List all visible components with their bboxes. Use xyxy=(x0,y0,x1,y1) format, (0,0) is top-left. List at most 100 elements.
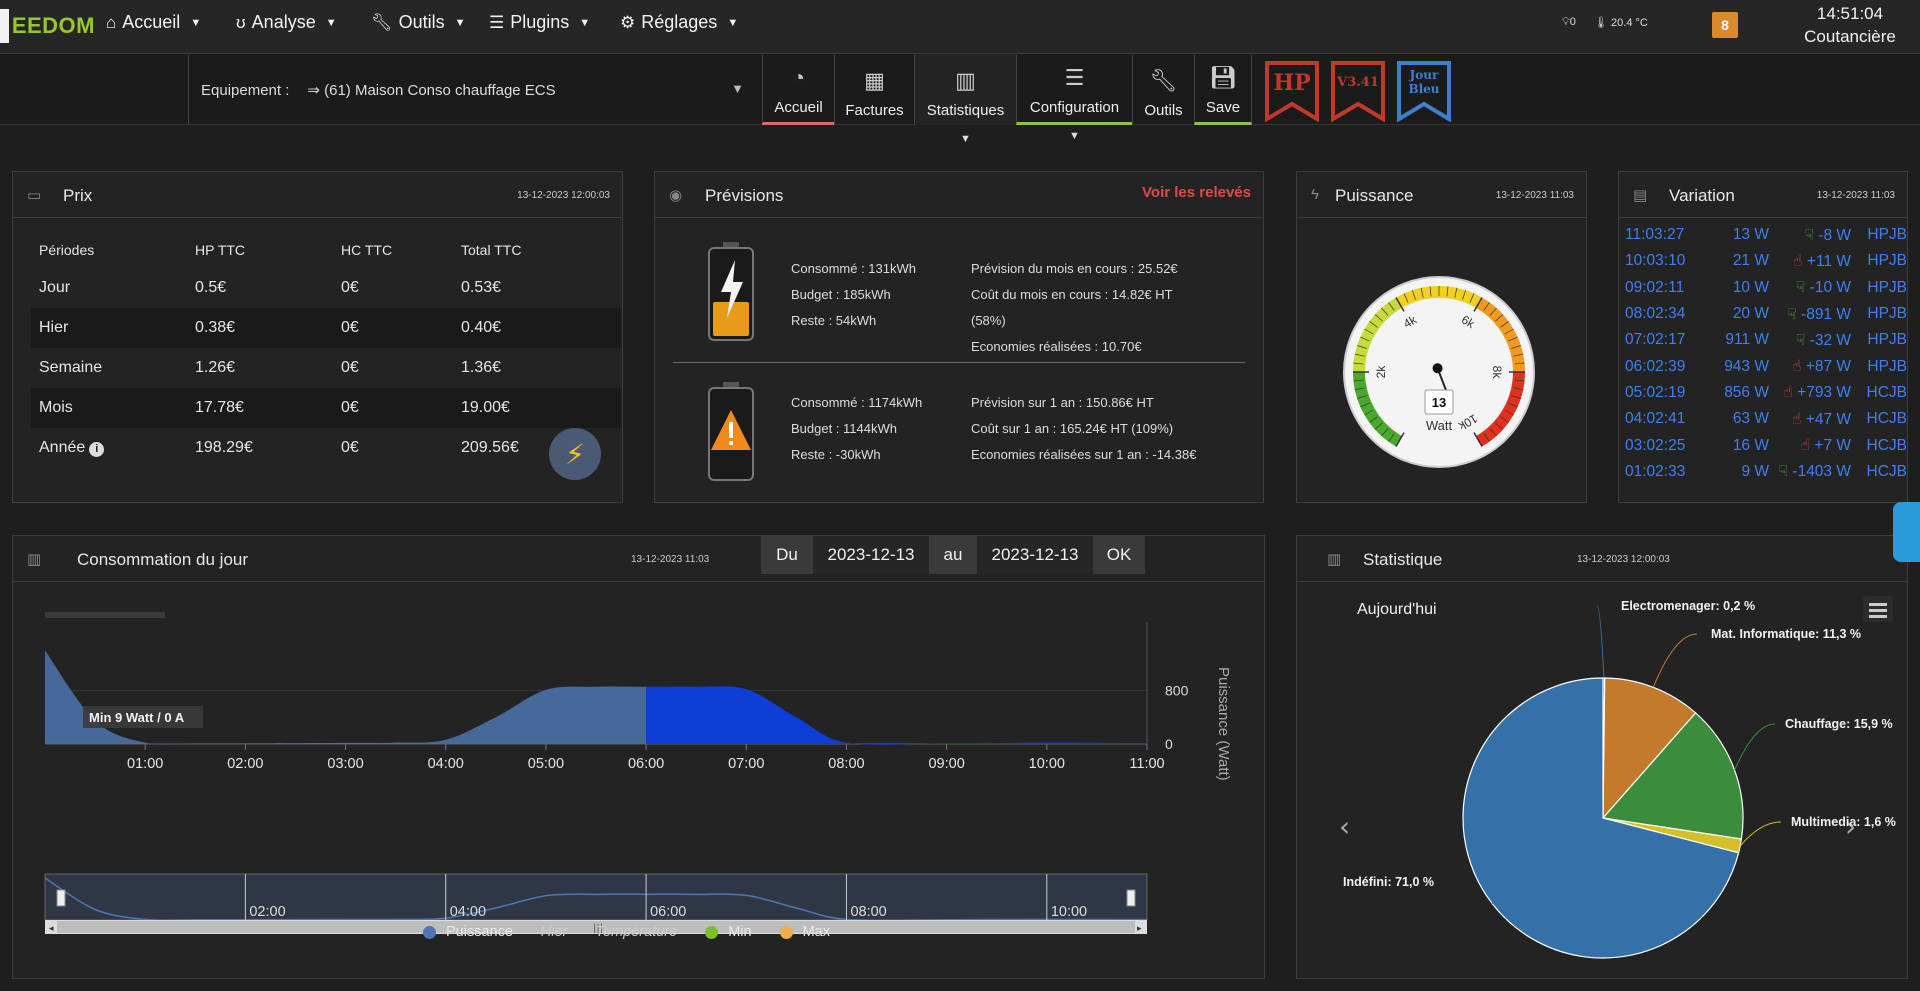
y-axis-title: Puissance (Watt) xyxy=(1215,667,1232,781)
x-tick-label: 09:00 xyxy=(928,756,964,772)
navigator-handle-right[interactable] xyxy=(1126,889,1136,907)
bulb-icon: 💡︎ xyxy=(1562,16,1570,28)
variation-period: HPJB xyxy=(1867,278,1907,296)
variation-period: HCJB xyxy=(1866,410,1907,428)
legend-max[interactable]: Max xyxy=(779,924,830,940)
previsions-title: Prévisions xyxy=(705,186,784,205)
x-tick-label: 06:00 xyxy=(628,756,664,772)
side-panel-toggle[interactable] xyxy=(1893,502,1920,562)
chevron-left-icon[interactable]: ‹ xyxy=(1339,810,1350,843)
hand-up-icon: ☝ xyxy=(1783,384,1798,402)
bar-chart-icon: ▥ xyxy=(955,68,976,93)
gauge-tick-label: 2k xyxy=(1374,365,1388,379)
variation-power: 21 W xyxy=(1732,252,1769,270)
tab-outils[interactable]: 🔧︎ Outils xyxy=(1132,55,1194,125)
info-icon[interactable]: i xyxy=(89,442,105,457)
nav-plugins[interactable]: ☰ Plugins ▼ xyxy=(489,12,590,33)
tab-configuration[interactable]: ☰ Configuration ▼ xyxy=(1016,55,1132,142)
navigator-tick-label: 04:00 xyxy=(450,904,486,920)
du-label: Du xyxy=(761,536,813,574)
variation-delta: ☝ +793 W xyxy=(1783,384,1851,402)
puissance-date: 13-12-2023 11:03 xyxy=(1495,190,1574,201)
table-row: 01:02:33 9 W ☟ -1403 W HCJB xyxy=(1625,459,1907,485)
light-sensor: 💡︎0 xyxy=(1562,16,1576,28)
pie-label: Mat. Informatique: 11,3 % xyxy=(1711,627,1861,641)
lightning-button[interactable]: ⚡︎ xyxy=(549,428,601,480)
prix-date: 13-12-2023 12:00:03 xyxy=(517,190,610,201)
save-icon: 💾︎ xyxy=(1209,65,1237,90)
tab-factures[interactable]: ▦ Factures xyxy=(834,55,914,125)
statistique-panel: ▥ Statistique 13-12-2023 12:00:03 Aujour… xyxy=(1296,535,1908,979)
notification-badge[interactable]: 8 xyxy=(1712,12,1738,38)
hand-up-icon: ☝ xyxy=(1792,358,1806,376)
nav-outils[interactable]: 🔧︎ Outils ▼ xyxy=(371,12,466,33)
hand-up-icon: ☝ xyxy=(1792,410,1806,428)
wrench-icon: 🔧︎ xyxy=(371,12,393,32)
hand-down-icon: ☟ xyxy=(1804,226,1819,244)
legend-hier[interactable]: Hier xyxy=(541,924,568,940)
tab-save[interactable]: 💾︎ Save xyxy=(1194,55,1252,125)
voir-releves-link[interactable]: Voir les relevés xyxy=(1142,184,1251,201)
conso-date: 13-12-2023 11:03 xyxy=(631,554,710,565)
variation-period: HPJB xyxy=(1867,357,1907,375)
variation-time: 09:02:11 xyxy=(1625,278,1685,296)
table-row: Hier 0.38€ 0€ 0.40€ xyxy=(31,308,621,348)
navigator-tick-label: 10:00 xyxy=(1051,904,1087,920)
scroll-left-icon[interactable]: ◂ xyxy=(49,924,54,934)
prix-title: Prix xyxy=(63,186,93,205)
legend-puissance[interactable]: Puissance xyxy=(423,924,513,940)
date-to-input[interactable]: 2023-12-13 xyxy=(977,536,1093,574)
legend-temperature[interactable]: Température xyxy=(596,924,678,940)
variation-period: HPJB xyxy=(1867,252,1907,270)
tempo-day-ribbon: Jour Bleu xyxy=(1396,60,1452,122)
navigator[interactable] xyxy=(44,873,1148,921)
tariff-hp-ribbon: HP xyxy=(1264,60,1320,122)
wrench-icon: 🔧︎ xyxy=(1149,68,1178,93)
variation-period: HPJB xyxy=(1867,331,1907,349)
previsions-header: ◉ Prévisions Voir les relevés xyxy=(655,172,1263,218)
variation-date: 13-12-2023 11:03 xyxy=(1816,190,1895,201)
navigator-handle-left[interactable] xyxy=(56,889,66,907)
equipment-select[interactable]: Equipement : ⇒ (61) Maison Conso chauffa… xyxy=(188,55,762,125)
gauge-unit: Watt xyxy=(1426,418,1453,433)
y-tick-label: 800 xyxy=(1165,683,1189,699)
navigator-tick-label: 06:00 xyxy=(650,904,686,920)
date-from-input[interactable]: 2023-12-13 xyxy=(813,536,929,574)
tab-accueil[interactable]: ◔ Accueil xyxy=(762,55,834,125)
battery-warning-icon xyxy=(708,382,754,481)
variation-power: 943 W xyxy=(1724,357,1769,375)
variation-table: 11:03:27 13 W ☟ -8 W HPJB 10:03:10 21 W ☝ +11 … xyxy=(1625,222,1907,485)
variation-delta: ☟ -8 W xyxy=(1804,226,1851,244)
nav-analyse[interactable]: ʊ Analyse ▼ xyxy=(236,12,337,33)
variation-period: HPJB xyxy=(1867,226,1907,244)
legend-min[interactable]: Min xyxy=(705,924,752,940)
prix-header: ▭ Prix 13-12-2023 12:00:03 xyxy=(13,172,622,218)
equipment-toolbar: Equipement : ⇒ (61) Maison Conso chauffa… xyxy=(0,55,1920,145)
variation-period: HCJB xyxy=(1866,383,1907,401)
table-row: 11:03:27 13 W ☟ -8 W HPJB xyxy=(1625,222,1907,248)
logo[interactable]: EEDOM xyxy=(0,6,95,46)
variation-delta: ☝ +87 W xyxy=(1792,358,1851,376)
chart-menu-icon[interactable] xyxy=(1863,596,1893,622)
variation-time: 07:02:17 xyxy=(1625,331,1686,349)
hand-up-icon: ☝ xyxy=(1793,252,1807,270)
puissance-title: Puissance xyxy=(1335,186,1414,205)
nav-accueil[interactable]: ⌂ Accueil ▼ xyxy=(106,12,201,33)
nav-reglages[interactable]: ⚙ Réglages ▼ xyxy=(620,12,738,33)
tab-statistiques[interactable]: ▥ Statistiques ▼ xyxy=(914,55,1016,145)
variation-power: 20 W xyxy=(1732,305,1769,323)
power-gauge: 2k4k 6k8k10k13Watt xyxy=(1343,276,1535,468)
navigator-tick-label: 08:00 xyxy=(850,904,886,920)
scroll-right-icon[interactable]: ▸ xyxy=(1137,924,1142,934)
variation-delta: ☟ -891 W xyxy=(1787,305,1851,323)
pie-chart: Aujourd'hui‹ ›Electromenager: 0,2 %Mat. I… xyxy=(1339,596,1896,959)
x-tick-label: 08:00 xyxy=(828,756,864,772)
gauge-tick-label: 8k xyxy=(1490,366,1504,380)
battery-charging-icon xyxy=(708,242,754,341)
ok-button[interactable]: OK xyxy=(1093,536,1145,574)
variation-power: 10 W xyxy=(1732,278,1769,296)
version-ribbon: V3.41 xyxy=(1330,60,1386,122)
variation-time: 01:02:33 xyxy=(1625,462,1686,480)
hand-down-icon: ☟ xyxy=(1795,279,1810,297)
lightning-icon: ⚡︎ xyxy=(565,438,585,470)
